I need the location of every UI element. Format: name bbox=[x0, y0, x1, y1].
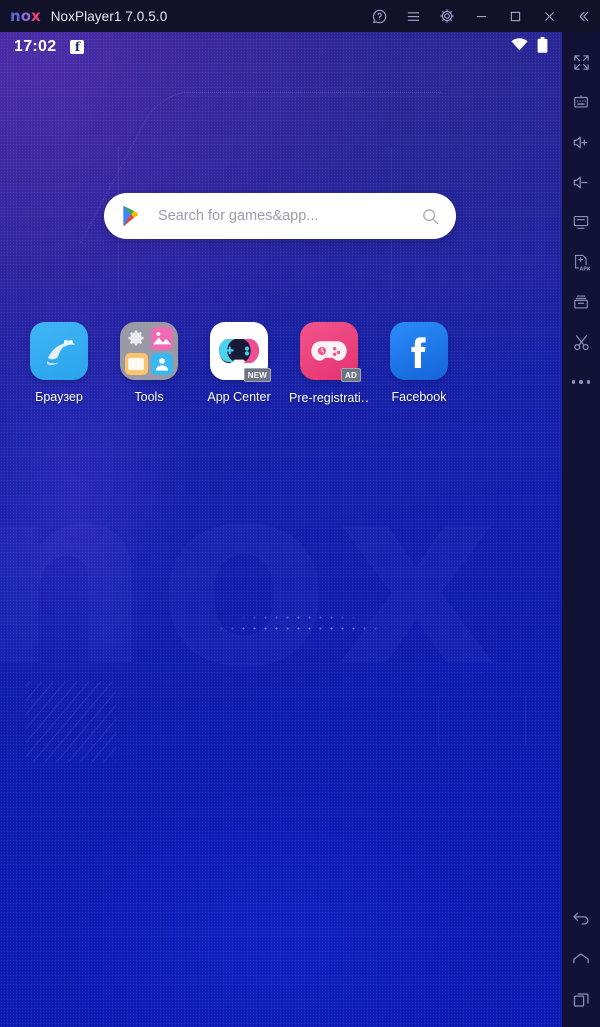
tools-folder-icon[interactable] bbox=[120, 322, 178, 380]
logo-letter-o: o bbox=[20, 7, 31, 25]
ad-badge: AD bbox=[341, 368, 361, 382]
search-icon[interactable] bbox=[421, 207, 440, 226]
facebook-icon[interactable] bbox=[390, 322, 448, 380]
app-icon-wrap[interactable]: NEW bbox=[210, 322, 271, 382]
folder-contacts-icon bbox=[150, 352, 173, 375]
app-icon-wrap[interactable]: AD bbox=[300, 322, 361, 382]
window-titlebar: n o x NoxPlayer1 7.0.5.0 bbox=[0, 0, 600, 32]
minimize-button[interactable] bbox=[464, 0, 498, 32]
app-label: Браузер bbox=[35, 390, 83, 404]
status-clock: 17:02 bbox=[14, 38, 57, 55]
install-apk-button[interactable]: APK bbox=[562, 242, 600, 282]
app-pre-registration[interactable]: AD Pre-registrati‥ bbox=[284, 322, 374, 405]
fullscreen-button[interactable] bbox=[562, 42, 600, 82]
window-title: NoxPlayer1 7.0.5.0 bbox=[50, 8, 168, 24]
app-facebook[interactable]: Facebook bbox=[374, 322, 464, 405]
close-button[interactable] bbox=[532, 0, 566, 32]
android-screen[interactable]: nox 17:02 f bbox=[0, 32, 562, 1027]
app-icon-wrap[interactable] bbox=[30, 322, 88, 380]
help-button[interactable] bbox=[362, 0, 396, 32]
folder-gear-icon bbox=[125, 327, 148, 350]
screenshot-button[interactable] bbox=[562, 202, 600, 242]
app-icon-wrap[interactable] bbox=[390, 322, 448, 380]
more-dots-icon bbox=[571, 380, 591, 384]
menu-button[interactable] bbox=[396, 0, 430, 32]
search-input[interactable]: Search for games&app... bbox=[158, 208, 421, 224]
collapse-sidebar-button[interactable] bbox=[566, 0, 600, 32]
folder-photos-icon bbox=[150, 327, 173, 350]
app-tools[interactable]: Tools bbox=[104, 322, 194, 405]
facebook-notification-icon: f bbox=[70, 40, 85, 54]
keyboard-button[interactable] bbox=[562, 82, 600, 122]
recents-button[interactable] bbox=[562, 979, 600, 1027]
app-label: App Center bbox=[207, 390, 271, 404]
wallpaper-dot-texture bbox=[0, 32, 562, 1027]
battery-icon bbox=[537, 36, 548, 58]
android-status-bar: 17:02 f bbox=[0, 32, 562, 62]
new-badge: NEW bbox=[243, 368, 271, 382]
titlebar-actions bbox=[362, 0, 600, 32]
facebook-notification-glyph: f bbox=[74, 40, 80, 54]
home-button[interactable] bbox=[562, 939, 600, 979]
status-indicators bbox=[511, 36, 548, 58]
maximize-button[interactable] bbox=[498, 0, 532, 32]
home-screen-app-grid: Браузер Tools NEW App Center AD Pre-regi… bbox=[0, 322, 562, 405]
more-options-button[interactable] bbox=[562, 362, 600, 402]
logo-letter-x: x bbox=[31, 7, 41, 25]
app-icon-wrap[interactable] bbox=[120, 322, 178, 380]
volume-up-button[interactable] bbox=[562, 122, 600, 162]
back-button[interactable] bbox=[562, 899, 600, 939]
app-label: Tools bbox=[134, 390, 164, 404]
app-label: Facebook bbox=[391, 390, 447, 404]
logo-letter-n: n bbox=[10, 7, 21, 25]
folder-gallery-icon bbox=[125, 352, 148, 375]
app-browser[interactable]: Браузер bbox=[14, 322, 104, 405]
screen-cut-button[interactable] bbox=[562, 322, 600, 362]
nox-logo: n o x bbox=[10, 7, 41, 25]
volume-down-button[interactable] bbox=[562, 162, 600, 202]
nox-toolbar-sidebar: APK bbox=[562, 32, 600, 1027]
browser-icon[interactable] bbox=[30, 322, 88, 380]
app-app-center[interactable]: NEW App Center bbox=[194, 322, 284, 405]
noxplayer-window: n o x NoxPlayer1 7.0.5.0 17:02 f Search … bbox=[0, 0, 600, 1027]
shared-folder-button[interactable] bbox=[562, 282, 600, 322]
wifi-icon bbox=[511, 38, 528, 56]
settings-button[interactable] bbox=[430, 0, 464, 32]
play-store-search-bar[interactable]: Search for games&app... bbox=[104, 193, 456, 239]
google-play-icon bbox=[120, 205, 142, 227]
app-label: Pre-registrati‥ bbox=[289, 391, 369, 405]
svg-text:APK: APK bbox=[580, 266, 590, 272]
